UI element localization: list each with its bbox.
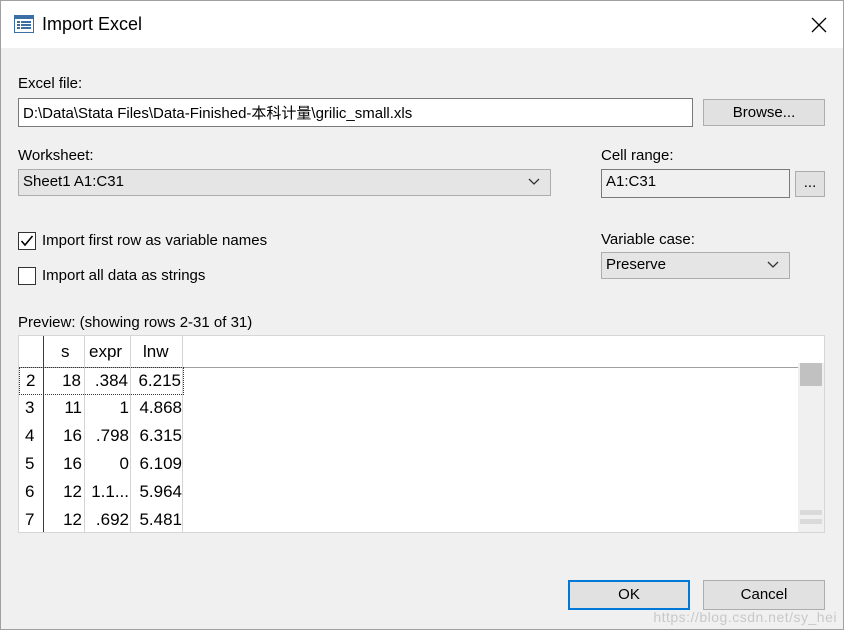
row-number: 6 xyxy=(25,482,35,501)
variable-case-label: Variable case: xyxy=(601,231,695,248)
column-header-s: s xyxy=(61,342,70,361)
cell-s: 16 xyxy=(63,426,82,445)
preview-label: Preview: (showing rows 2-31 of 31) xyxy=(18,314,253,331)
cell-expr: 1 xyxy=(119,398,129,417)
window-title: Import Excel xyxy=(42,14,143,34)
chevron-down-icon xyxy=(528,178,540,185)
table-row[interactable]: 5 16 0 6.109 xyxy=(19,451,189,479)
row-number: 2 xyxy=(26,371,36,390)
import-excel-dialog: Import Excel Excel file: D:\Data\Stata F… xyxy=(0,0,844,630)
cell-lnw: 6.109 xyxy=(139,454,182,473)
import-excel-icon xyxy=(14,15,34,33)
cell-expr: 1.1... xyxy=(91,482,129,501)
preview-header: s expr lnw xyxy=(19,336,799,368)
first-row-names-checkbox[interactable] xyxy=(18,232,36,250)
worksheet-label: Worksheet: xyxy=(18,147,94,164)
ok-button[interactable]: OK xyxy=(568,580,690,610)
browse-button[interactable]: Browse... xyxy=(703,99,825,126)
cell-expr: .384 xyxy=(94,371,128,390)
first-row-names-label[interactable]: Import first row as variable names xyxy=(42,232,267,249)
excel-file-input[interactable]: D:\Data\Stata Files\Data-Finished-本科计量\g… xyxy=(18,98,693,127)
column-header-lnw: lnw xyxy=(143,342,169,361)
row-number: 7 xyxy=(25,510,35,529)
scrollbar-thumb[interactable] xyxy=(800,363,822,386)
column-header-expr: expr xyxy=(89,342,123,361)
title-bar: Import Excel xyxy=(1,1,843,48)
chevron-down-icon xyxy=(767,261,779,268)
cell-lnw: 6.315 xyxy=(139,426,182,445)
cell-range-picker-button[interactable]: ... xyxy=(795,171,825,197)
excel-file-label: Excel file: xyxy=(18,75,83,92)
cell-lnw: 5.481 xyxy=(139,510,182,529)
cell-range-label: Cell range: xyxy=(601,147,674,164)
cell-s: 11 xyxy=(64,398,82,417)
table-row[interactable]: 6 12 1.1... 5.964 xyxy=(19,479,189,507)
table-row[interactable]: 7 12 .692 5.481 xyxy=(19,507,189,532)
cell-lnw: 6.215 xyxy=(138,371,181,390)
row-number: 5 xyxy=(25,454,35,473)
cell-s: 12 xyxy=(63,510,82,529)
row-number: 3 xyxy=(25,398,35,417)
scrollbar-marker xyxy=(800,510,822,515)
preview-grid[interactable]: s expr lnw 2 18 .384 6.215 3 11 1 4.868 … xyxy=(18,335,825,533)
cell-lnw: 4.868 xyxy=(139,398,182,417)
worksheet-select[interactable]: Sheet1 A1:C31 xyxy=(18,169,551,196)
watermark: https://blog.csdn.net/sy_hei xyxy=(653,609,837,625)
worksheet-selected-value: Sheet1 A1:C31 xyxy=(23,173,124,190)
table-row[interactable]: 3 11 1 4.868 xyxy=(19,395,189,423)
cell-s: 12 xyxy=(63,482,82,501)
all-strings-checkbox[interactable] xyxy=(18,267,36,285)
close-button[interactable] xyxy=(797,1,843,48)
close-icon xyxy=(811,17,827,33)
vertical-scrollbar[interactable] xyxy=(798,363,824,532)
cell-range-input[interactable]: A1:C31 xyxy=(601,169,790,198)
cell-expr: 0 xyxy=(119,454,129,473)
cell-expr: .692 xyxy=(95,510,129,529)
row-number: 4 xyxy=(25,426,35,445)
all-strings-label[interactable]: Import all data as strings xyxy=(42,267,205,284)
variable-case-select[interactable]: Preserve xyxy=(601,252,790,279)
variable-case-selected-value: Preserve xyxy=(606,256,667,273)
cell-s: 16 xyxy=(63,454,82,473)
cell-expr: .798 xyxy=(95,426,129,445)
scrollbar-marker xyxy=(800,519,822,524)
checkmark-icon xyxy=(20,235,34,247)
cell-lnw: 5.964 xyxy=(139,482,182,501)
table-row[interactable]: 2 18 .384 6.215 xyxy=(19,367,184,395)
table-row[interactable]: 4 16 .798 6.315 xyxy=(19,423,189,451)
cancel-button[interactable]: Cancel xyxy=(703,580,825,610)
cell-s: 18 xyxy=(62,371,81,390)
